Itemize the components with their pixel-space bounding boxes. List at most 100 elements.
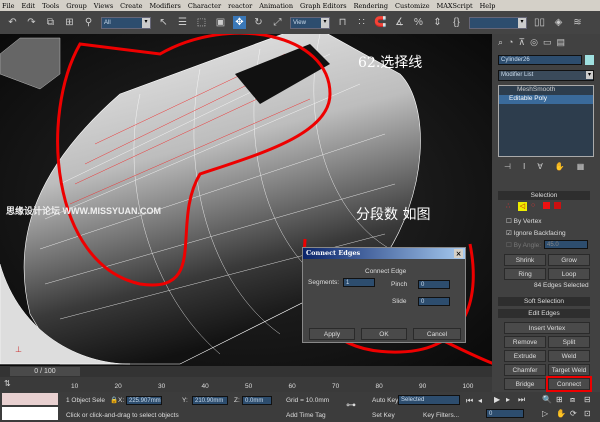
z-coordinate-field[interactable]: 0.0mm <box>242 396 272 405</box>
vertex-level-icon[interactable]: ∴ <box>506 202 514 210</box>
edit-edges-rollout-header[interactable]: Edit Edges <box>498 309 590 318</box>
menu-character[interactable]: Character <box>188 2 221 10</box>
go-to-start-icon[interactable]: ⏮ <box>466 396 473 406</box>
apply-button[interactable]: Apply <box>309 328 355 340</box>
display-tab-icon[interactable]: ▭ <box>543 37 552 48</box>
menu-animation[interactable]: Animation <box>259 2 293 10</box>
snap-icon[interactable]: 🧲 <box>374 16 387 29</box>
show-end-result-icon[interactable]: Ⅰ <box>523 162 525 171</box>
configure-sets-icon[interactable]: ▦ <box>577 162 585 171</box>
maximize-viewport-icon[interactable]: ⊡ <box>584 409 591 418</box>
split-button[interactable]: Split <box>548 336 590 348</box>
object-name-field[interactable]: Cylinder26 <box>498 55 582 65</box>
zoom-extents-all-icon[interactable]: ⊟ <box>584 395 591 404</box>
menu-rendering[interactable]: Rendering <box>354 2 388 10</box>
rotate-icon[interactable]: ↻ <box>252 16 265 29</box>
pivot-icon[interactable]: ⊓ <box>336 16 349 29</box>
by-vertex-checkbox[interactable]: ☐ By Vertex <box>506 217 541 225</box>
key-mode-dropdown[interactable]: Selected <box>398 395 460 405</box>
ring-button[interactable]: Ring <box>504 268 546 280</box>
by-angle-checkbox[interactable]: ☐ By Angle: <box>506 241 541 249</box>
go-to-end-icon[interactable]: ⏭ <box>518 395 525 405</box>
create-tab-icon[interactable]: ⌕ <box>498 37 503 48</box>
menu-help[interactable]: Help <box>480 2 496 10</box>
auto-key-button[interactable]: Auto Key <box>372 397 398 404</box>
modify-tab-icon[interactable]: ◔ <box>508 37 513 48</box>
element-level-icon[interactable] <box>554 202 561 209</box>
object-color-swatch[interactable] <box>585 55 594 65</box>
zoom-all-icon[interactable]: ⊞ <box>556 395 563 404</box>
redo-icon[interactable]: ↷ <box>25 16 38 29</box>
soft-selection-rollout-header[interactable]: Soft Selection <box>498 297 590 306</box>
fov-icon[interactable]: ▷ <box>542 409 548 418</box>
menu-create[interactable]: Create <box>120 2 142 10</box>
polygon-level-icon[interactable] <box>543 202 550 209</box>
bind-space-warp-icon[interactable]: ⚲ <box>82 16 95 29</box>
connect-button[interactable]: Connect <box>546 376 592 392</box>
maxscript-listener[interactable] <box>2 393 58 405</box>
manipulate-icon[interactable]: ∷ <box>355 16 368 29</box>
previous-frame-icon[interactable]: ◂ <box>478 396 482 405</box>
menu-file[interactable]: File <box>2 2 15 10</box>
selection-rollout-header[interactable]: Selection <box>498 191 590 200</box>
stack-item-meshsmooth[interactable]: MeshSmooth <box>499 86 593 95</box>
current-frame-field[interactable]: 0 <box>486 409 524 418</box>
motion-tab-icon[interactable]: ◎ <box>530 37 538 48</box>
remove-button[interactable]: Remove <box>504 336 546 348</box>
time-slider[interactable]: 0 / 100 <box>0 366 492 377</box>
key-icon[interactable]: ⊶ <box>346 400 356 411</box>
menu-tools[interactable]: Tools <box>42 2 59 10</box>
rect-region-icon[interactable]: ⬚ <box>195 16 208 29</box>
modifier-list-dropdown[interactable]: Modifier List ▾ <box>498 70 594 81</box>
unlink-icon[interactable]: ⊞ <box>63 16 76 29</box>
select-icon[interactable]: ↖ <box>157 16 170 29</box>
chamfer-button[interactable]: Chamfer <box>504 364 546 376</box>
move-icon[interactable]: ✥ <box>233 16 246 29</box>
lock-icon[interactable]: 🔒 <box>110 396 118 404</box>
x-coordinate-field[interactable]: 225.907mm <box>126 396 162 405</box>
menu-views[interactable]: Views <box>94 2 113 10</box>
make-unique-icon[interactable]: ∀ <box>537 162 542 171</box>
menu-group[interactable]: Group <box>66 2 87 10</box>
slide-spinner[interactable]: 0 <box>418 297 450 306</box>
menu-modifiers[interactable]: Modifiers <box>149 2 180 10</box>
layer-manager-icon[interactable]: ≋ <box>571 16 584 29</box>
play-icon[interactable]: ▶ <box>494 395 500 404</box>
bridge-button[interactable]: Bridge <box>504 378 546 390</box>
key-mode-icon[interactable]: ⇅ <box>4 379 11 388</box>
remove-modifier-icon[interactable]: ✋ <box>555 162 565 171</box>
angle-spinner[interactable]: 45.0 <box>544 240 588 249</box>
percent-snap-icon[interactable]: % <box>412 16 425 29</box>
select-by-name-icon[interactable]: ☰ <box>176 16 189 29</box>
window-crossing-icon[interactable]: ▣ <box>214 16 227 29</box>
menu-reactor[interactable]: reactor <box>228 2 252 10</box>
shrink-button[interactable]: Shrink <box>504 254 546 266</box>
align-icon[interactable]: ◈ <box>552 16 565 29</box>
pinch-spinner[interactable]: 0 <box>418 280 450 289</box>
stack-item-editable-poly[interactable]: Editable Poly <box>499 95 593 104</box>
menu-edit[interactable]: Edit <box>22 2 36 10</box>
hierarchy-tab-icon[interactable]: ⊼ <box>518 37 525 48</box>
weld-button[interactable]: Weld <box>548 350 590 362</box>
spinner-snap-icon[interactable]: ⇕ <box>431 16 444 29</box>
maxscript-mini-listener[interactable] <box>2 407 58 420</box>
menu-customize[interactable]: Customize <box>395 2 430 10</box>
ok-button[interactable]: OK <box>361 328 407 340</box>
ignore-backfacing-checkbox[interactable]: ☑ Ignore Backfacing <box>506 229 566 237</box>
border-level-icon[interactable]: ○ <box>531 202 539 210</box>
grow-button[interactable]: Grow <box>548 254 590 266</box>
time-slider-thumb[interactable]: 0 / 100 <box>10 367 80 376</box>
y-coordinate-field[interactable]: 210.90mm <box>192 396 228 405</box>
insert-vertex-button[interactable]: Insert Vertex <box>504 322 590 334</box>
cancel-button[interactable]: Cancel <box>413 328 461 340</box>
zoom-extents-icon[interactable]: ⧈ <box>570 395 575 405</box>
angle-snap-icon[interactable]: ∡ <box>393 16 406 29</box>
menu-graph-editors[interactable]: Graph Editors <box>300 2 347 10</box>
selection-filter-dropdown[interactable]: All ▾ <box>101 16 151 29</box>
set-key-button[interactable]: Set Key <box>372 412 395 419</box>
edge-level-icon[interactable]: ◁ <box>518 202 527 211</box>
link-icon[interactable]: ⧉ <box>44 16 57 29</box>
key-filters-button[interactable]: Key Filters... <box>423 412 459 419</box>
track-bar[interactable]: ⇅ 10 20 30 40 50 60 70 80 90 100 <box>0 377 492 392</box>
menu-maxscript[interactable]: MAXScript <box>437 2 473 10</box>
